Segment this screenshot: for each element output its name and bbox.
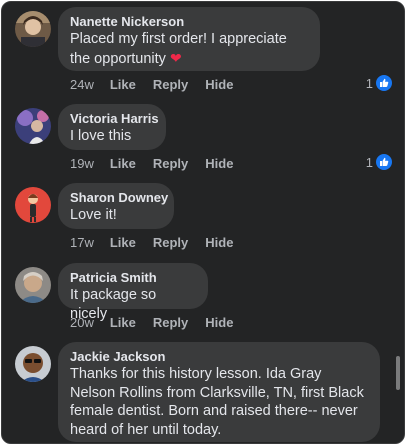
comment-actions: 19w Like Reply Hide — [70, 154, 250, 172]
comment-bubble: Sharon Downey Love it! — [58, 183, 174, 229]
avatar[interactable] — [15, 267, 51, 303]
comment-text: Thanks for this history lesson. Ida Gray… — [70, 366, 364, 438]
reply-button[interactable]: Reply — [153, 77, 188, 92]
reaction-count-number: 1 — [365, 75, 373, 91]
comment-time[interactable]: 17w — [70, 235, 94, 250]
avatar[interactable] — [15, 11, 51, 47]
comments-panel: Nanette Nickerson Placed my first order!… — [1, 1, 405, 444]
comment-time[interactable]: 19w — [70, 156, 94, 171]
reaction-count[interactable]: 1 — [366, 75, 392, 91]
comment-time[interactable]: 20w — [70, 315, 94, 330]
comment-bubble: Jackie Jackson Thanks for this history l… — [58, 342, 380, 442]
hide-button[interactable]: Hide — [205, 77, 233, 92]
comment-text: I love this — [70, 128, 132, 144]
comment-time[interactable]: 24w — [70, 77, 94, 92]
avatar[interactable] — [15, 346, 51, 382]
reaction-count[interactable]: 1 — [366, 154, 392, 170]
comment-author[interactable]: Victoria Harris — [70, 110, 159, 127]
comment-text: Love it! — [70, 207, 117, 223]
thumbs-up-icon — [376, 75, 392, 91]
comment-bubble: Nanette Nickerson Placed my first order!… — [58, 7, 320, 71]
red-heart-icon: ❤ — [169, 49, 182, 66]
comment-author[interactable]: Patricia Smith — [70, 269, 196, 286]
like-button[interactable]: Like — [110, 315, 136, 330]
like-button[interactable]: Like — [110, 156, 136, 171]
thumbs-up-icon — [376, 154, 392, 170]
comment-author[interactable]: Nanette Nickerson — [70, 13, 308, 30]
reply-button[interactable]: Reply — [153, 156, 188, 171]
reply-button[interactable]: Reply — [153, 235, 188, 250]
comment-actions: 24w Like Reply Hide — [70, 75, 250, 93]
comment-actions: 20w Like Reply Hide — [70, 313, 250, 331]
comment-author[interactable]: Sharon Downey — [70, 189, 168, 206]
hide-button[interactable]: Hide — [205, 235, 233, 250]
scrollbar-thumb[interactable] — [396, 356, 400, 390]
comment-bubble: Victoria Harris I love this — [58, 104, 166, 150]
like-button[interactable]: Like — [110, 77, 136, 92]
reaction-count-number: 1 — [365, 154, 373, 170]
comment-text: Placed my first order! I appreciate the … — [70, 31, 287, 67]
comment-bubble: Patricia Smith It package so nicely — [58, 263, 208, 322]
avatar[interactable] — [15, 187, 51, 223]
hide-button[interactable]: Hide — [205, 156, 233, 171]
hide-button[interactable]: Hide — [205, 315, 233, 330]
reply-button[interactable]: Reply — [153, 315, 188, 330]
comment-author[interactable]: Jackie Jackson — [70, 348, 368, 365]
like-button[interactable]: Like — [110, 235, 136, 250]
avatar[interactable] — [15, 108, 51, 144]
comment-actions: 17w Like Reply Hide — [70, 233, 250, 251]
